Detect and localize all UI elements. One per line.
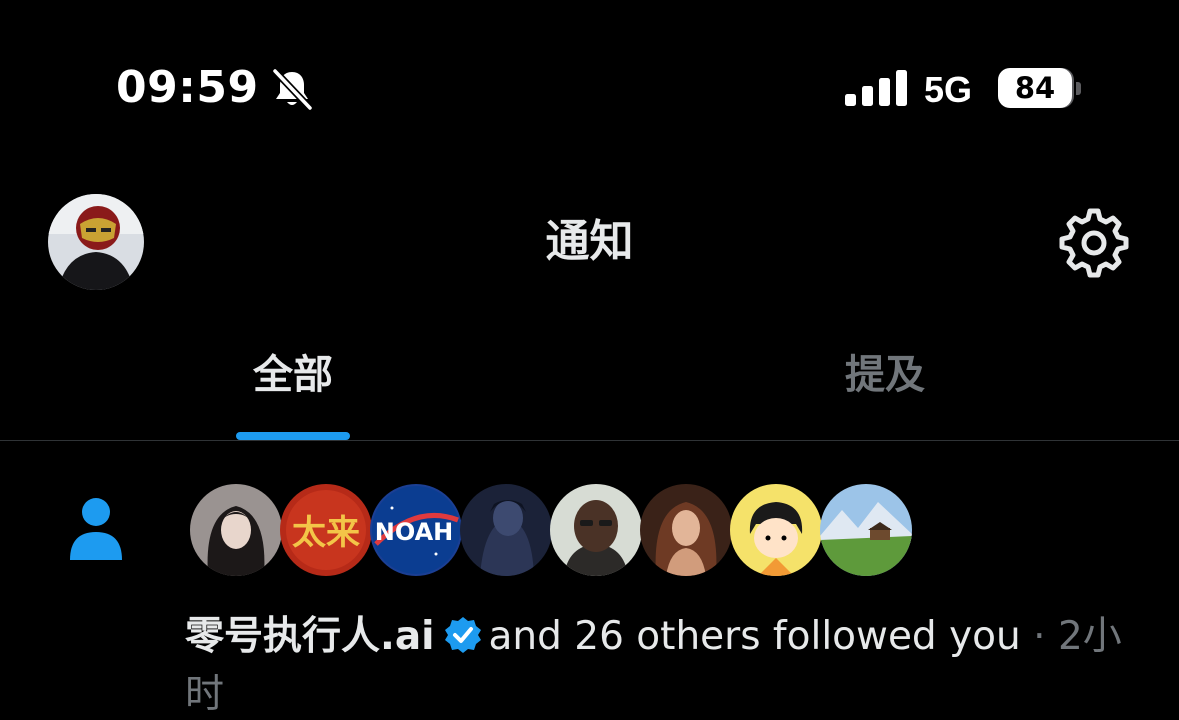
svg-text:太来: 太来 [292,513,360,553]
svg-text:NOAH: NOAH [375,518,454,546]
follower-avatar[interactable] [820,484,912,576]
person-icon [70,498,122,560]
bell-slash-icon [272,68,313,111]
follower-avatar[interactable]: NOAH [370,484,462,576]
follower-avatar[interactable]: 太来 [280,484,372,576]
separator-dot: · [1033,614,1046,659]
tab-mentions[interactable]: 提及 [828,345,942,405]
active-tab-indicator [236,432,350,440]
follower-avatar[interactable] [640,484,732,576]
network-type: 5G [924,69,973,110]
verified-badge-icon [444,617,481,653]
battery-icon: 84 [998,68,1072,108]
follower-avatar[interactable] [550,484,642,576]
follower-avatar[interactable] [460,484,552,576]
follower-avatar[interactable] [730,484,822,576]
cellular-signal-icon [845,70,907,106]
status-time: 09:59 [116,62,259,113]
tab-divider [0,440,1179,441]
tab-all[interactable]: 全部 [236,345,350,405]
notification-action: and 26 others followed you [488,614,1021,659]
follower-name[interactable]: 零号执行人.ai [185,614,435,659]
battery-nub [1076,82,1081,95]
gear-icon[interactable] [1058,207,1130,279]
notifications-screen: 09:59 5G 84 通知 全部 提及 太来 NOAH 零号执行人.ai an… [0,0,1179,720]
follower-avatar[interactable] [190,484,282,576]
page-title: 通知 [545,216,634,267]
notification-text: 零号执行人.ai and 26 others followed you · 2小… [185,608,1145,720]
